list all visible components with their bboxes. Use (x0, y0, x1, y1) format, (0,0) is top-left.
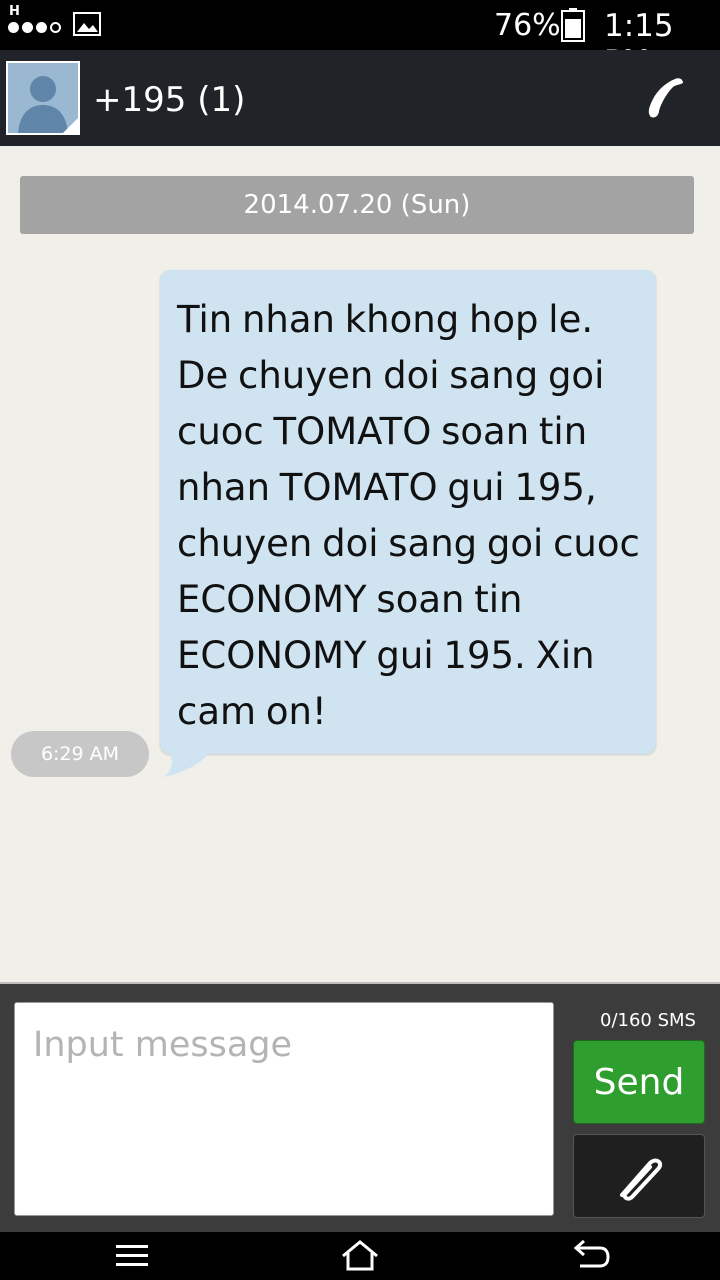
status-bar: H 76% 1:15 PM (0, 0, 720, 80)
image-notification-icon (73, 12, 101, 36)
messaging-screen: H 76% 1:15 PM +195 (1) (0, 0, 720, 1280)
bubble-tail (160, 741, 216, 777)
person-silhouette-icon (8, 63, 78, 133)
contact-name: +195 (1) (93, 80, 246, 120)
battery-icon (561, 8, 585, 42)
back-arrow-icon[interactable] (570, 1238, 610, 1274)
character-counter: 0/160 SMS (600, 1010, 696, 1031)
message-composer: Input message 0/160 SMS Send (0, 982, 720, 1234)
navigation-bar (0, 1232, 720, 1280)
paperclip-icon (620, 1158, 663, 1201)
battery-percent: 76% (494, 8, 561, 43)
message-bubble[interactable]: Tin nhan khong hop le. De chuyen doi san… (160, 270, 656, 754)
message-timestamp: 6:29 AM (11, 731, 149, 777)
signal-strength-icon (8, 22, 61, 33)
home-icon[interactable] (340, 1238, 380, 1274)
attach-button[interactable] (573, 1134, 705, 1218)
phone-handset-icon[interactable] (645, 75, 685, 121)
network-type: H (9, 4, 20, 19)
date-divider: 2014.07.20 (Sun) (20, 176, 694, 234)
message-input[interactable]: Input message (14, 1002, 554, 1216)
message-text: Tin nhan khong hop le. De chuyen doi san… (177, 298, 640, 733)
message-list[interactable]: 2014.07.20 (Sun) Tin nhan khong hop le. … (0, 146, 720, 982)
menu-lines-icon[interactable] (114, 1238, 150, 1274)
conversation-header: +195 (1) (0, 50, 720, 146)
contact-avatar[interactable] (6, 61, 80, 135)
send-button[interactable]: Send (573, 1040, 705, 1124)
